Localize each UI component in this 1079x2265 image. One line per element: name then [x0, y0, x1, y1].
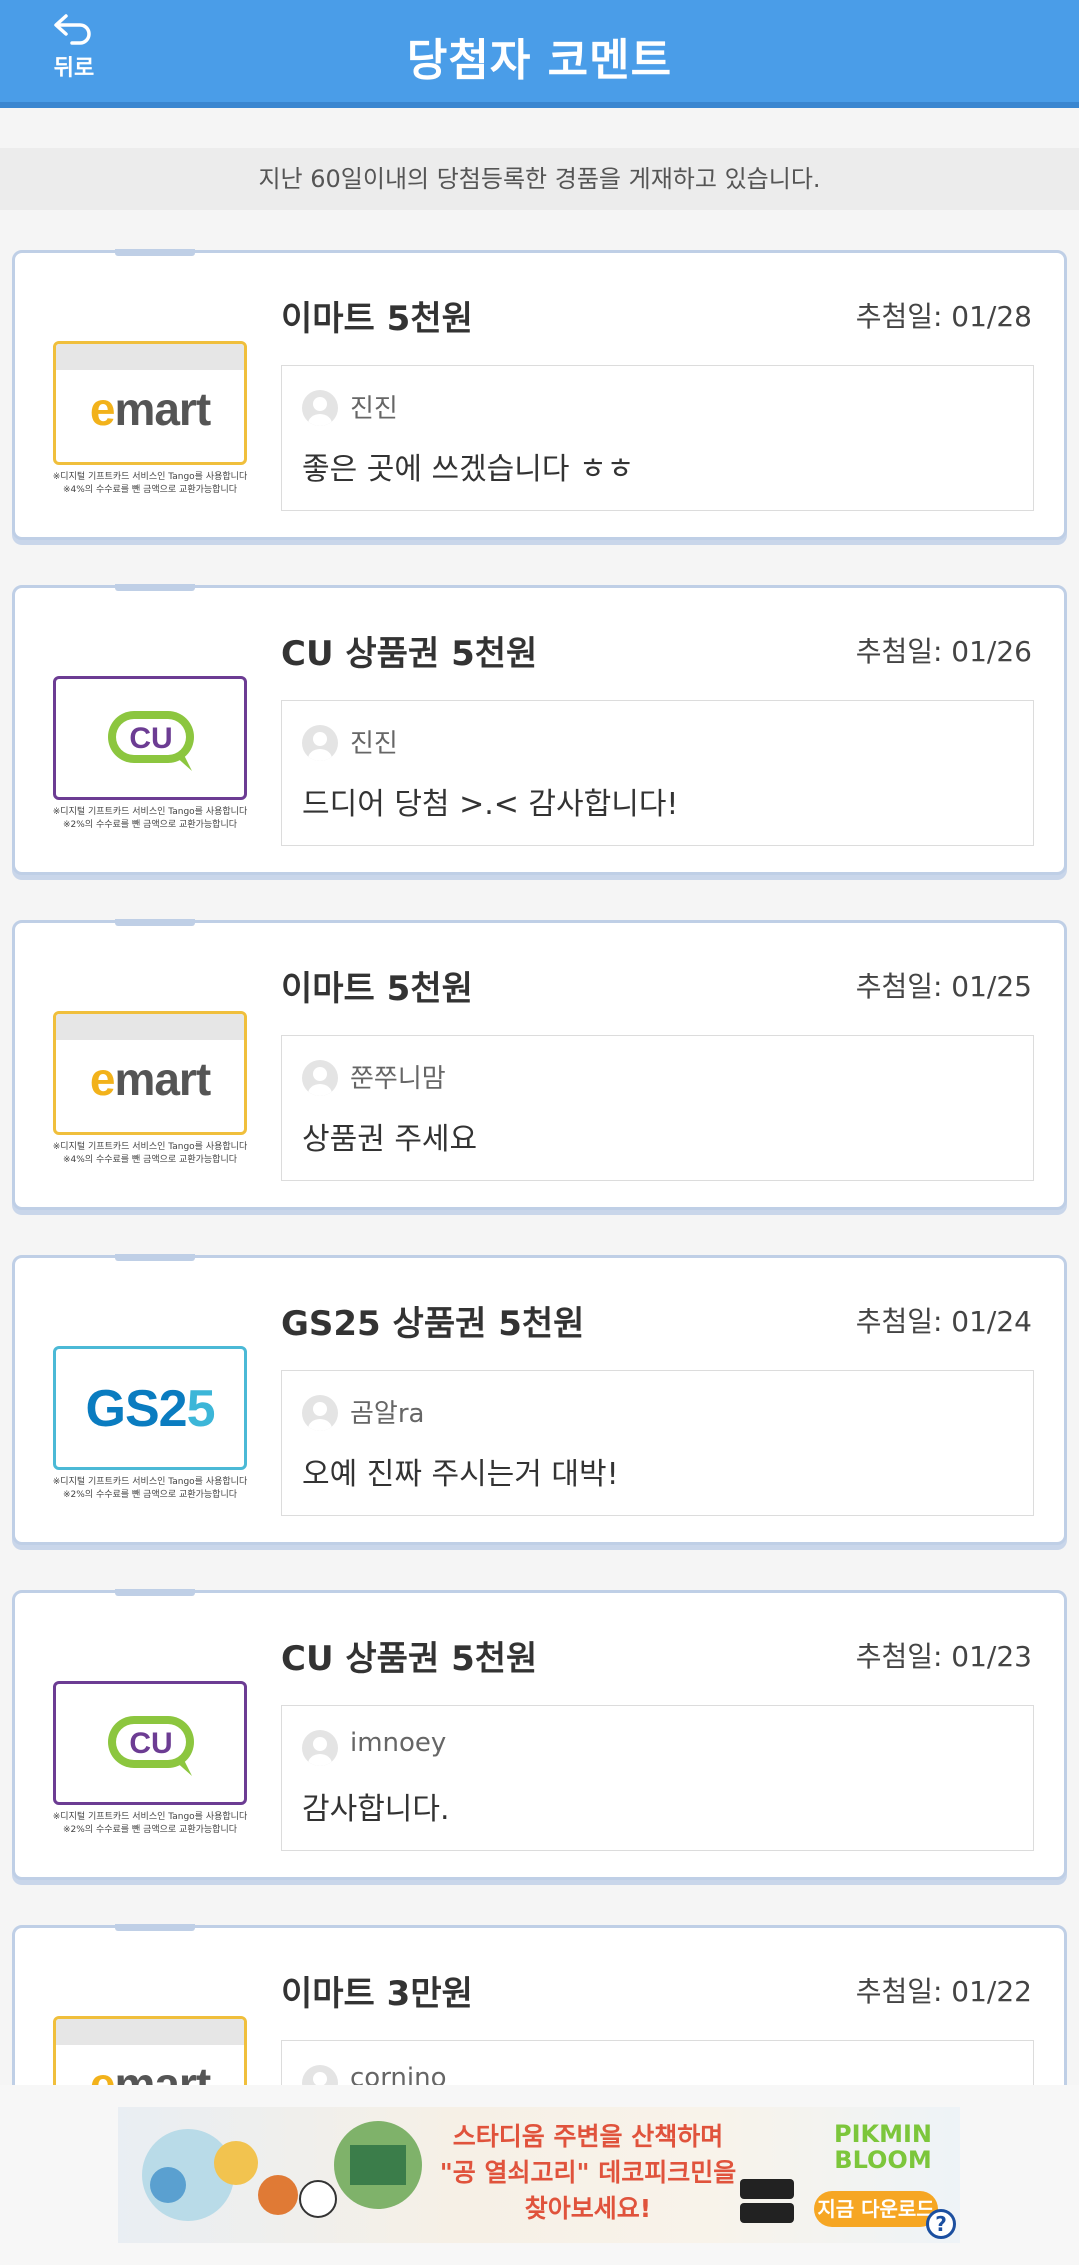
ad-brand-logo: PIKMIN BLOOM — [833, 2120, 932, 2174]
draw-date: 추첨일: 01/25 — [855, 970, 1032, 1003]
cu-logo: CU — [108, 1716, 194, 1776]
ad-headline: 스타디움 주변을 산책하며 "공 열쇠고리" 데코피크민을 찾아보세요! — [439, 2122, 737, 2223]
card-tab — [115, 1589, 195, 1596]
card-tab — [115, 1254, 195, 1261]
emart-gift-card-image: emart — [53, 1011, 247, 1135]
draw-date: 추첨일: 01/28 — [855, 300, 1032, 333]
winner-card[interactable]: emart ※디지털 기프트카드 서비스인 Tango를 사용합니다 ※4%의 … — [12, 249, 1067, 540]
draw-date: 추첨일: 01/24 — [855, 1305, 1032, 1338]
ad-area: 스타디움 주변을 산책하며 "공 열쇠고리" 데코피크민을 찾아보세요! PIK… — [0, 2085, 1079, 2265]
emart-logo: emart — [89, 1053, 211, 1105]
gift-card-caption: ※디지털 기프트카드 서비스인 Tango를 사용합니다 ※4%의 수수료를 뺀… — [52, 472, 248, 495]
winner-card[interactable]: GS25 ※디지털 기프트카드 서비스인 Tango를 사용합니다 ※2%의 수… — [12, 1254, 1067, 1545]
app-header: 뒤로 당첨자 코멘트 — [0, 0, 1079, 108]
cu-logo: CU — [108, 711, 194, 771]
avatar-icon — [302, 1395, 338, 1431]
notice-banner: 지난 60일이내의 당첨등록한 경품을 게재하고 있습니다. — [0, 148, 1079, 210]
card-tab — [115, 919, 195, 926]
avatar-icon — [302, 390, 338, 426]
winner-card[interactable]: emart ※디지털 기프트카드 서비스인 Tango를 사용합니다 ※4%의 … — [12, 919, 1067, 1210]
comment-text: 상품권 주세요 — [302, 1122, 478, 1157]
gift-card-caption: ※디지털 기프트카드 서비스인 Tango를 사용합니다 ※2%의 수수료를 뺀… — [52, 1812, 248, 1835]
app-store-badges-icon — [740, 2179, 794, 2223]
card-tab — [115, 584, 195, 591]
avatar-icon — [302, 725, 338, 761]
prize-title: 이마트 5천원 — [281, 299, 473, 339]
card-tab — [115, 249, 195, 256]
ad-help-icon[interactable]: ? — [926, 2209, 956, 2239]
gift-card-caption: ※디지털 기프트카드 서비스인 Tango를 사용합니다 ※4%의 수수료를 뺀… — [52, 1142, 248, 1165]
ad-illustration — [142, 2121, 422, 2221]
draw-date: 추첨일: 01/22 — [855, 1975, 1032, 2008]
avatar-icon — [302, 1060, 338, 1096]
comment-box: 곰알ra 오예 진짜 주시는거 대박! — [281, 1370, 1034, 1516]
cu-gift-card-image: CU — [53, 676, 247, 800]
svg-text:CU: CU — [129, 1727, 172, 1760]
emart-logo: emart — [89, 383, 211, 435]
comment-box: imnoey 감사합니다. — [281, 1705, 1034, 1851]
comment-text: 좋은 곳에 쓰겠습니다 ㅎㅎ — [302, 452, 635, 487]
prize-title: GS25 상품권 5천원 — [281, 1304, 585, 1344]
comment-text: 감사합니다. — [302, 1792, 450, 1827]
comment-box: 쭌쭈니맘 상품권 주세요 — [281, 1035, 1034, 1181]
user-name: 곰알ra — [350, 1399, 425, 1429]
user-name: imnoey — [350, 1728, 447, 1758]
gift-card-caption: ※디지털 기프트카드 서비스인 Tango를 사용합니다 ※2%의 수수료를 뺀… — [52, 1477, 248, 1500]
winner-card[interactable]: CU ※디지털 기프트카드 서비스인 Tango를 사용합니다 ※2%의 수수료… — [12, 584, 1067, 875]
comment-text: 드디어 당첨 >.< 감사합니다! — [302, 787, 679, 822]
draw-date: 추첨일: 01/26 — [855, 635, 1032, 668]
comment-box: 진진 좋은 곳에 쓰겠습니다 ㅎㅎ — [281, 365, 1034, 511]
avatar-icon — [302, 1730, 338, 1766]
gs25-gift-card-image: GS25 — [53, 1346, 247, 1470]
user-name: 진진 — [350, 729, 398, 759]
svg-text:CU: CU — [129, 722, 172, 755]
prize-title: CU 상품권 5천원 — [281, 634, 538, 674]
emart-gift-card-image: emart — [53, 341, 247, 465]
card-tab — [115, 1924, 195, 1931]
prize-title: 이마트 5천원 — [281, 969, 473, 1009]
prize-title: CU 상품권 5천원 — [281, 1639, 538, 1679]
comment-box: 진진 드디어 당첨 >.< 감사합니다! — [281, 700, 1034, 846]
gs25-logo: GS25 — [85, 1380, 216, 1438]
winner-card[interactable]: CU ※디지털 기프트카드 서비스인 Tango를 사용합니다 ※2%의 수수료… — [12, 1589, 1067, 1880]
ad-banner[interactable]: 스타디움 주변을 산책하며 "공 열쇠고리" 데코피크민을 찾아보세요! PIK… — [118, 2107, 960, 2243]
user-name: 쭌쭈니맘 — [350, 1064, 446, 1094]
user-name: 진진 — [350, 394, 398, 424]
cu-gift-card-image: CU — [53, 1681, 247, 1805]
comment-text: 오예 진짜 주시는거 대박! — [302, 1457, 619, 1492]
draw-date: 추첨일: 01/23 — [855, 1640, 1032, 1673]
ad-download-button[interactable]: 지금 다운로드 — [814, 2191, 938, 2227]
page-title: 당첨자 코멘트 — [406, 35, 673, 86]
gift-card-caption: ※디지털 기프트카드 서비스인 Tango를 사용합니다 ※2%의 수수료를 뺀… — [52, 807, 248, 830]
prize-title: 이마트 3만원 — [281, 1974, 473, 2014]
